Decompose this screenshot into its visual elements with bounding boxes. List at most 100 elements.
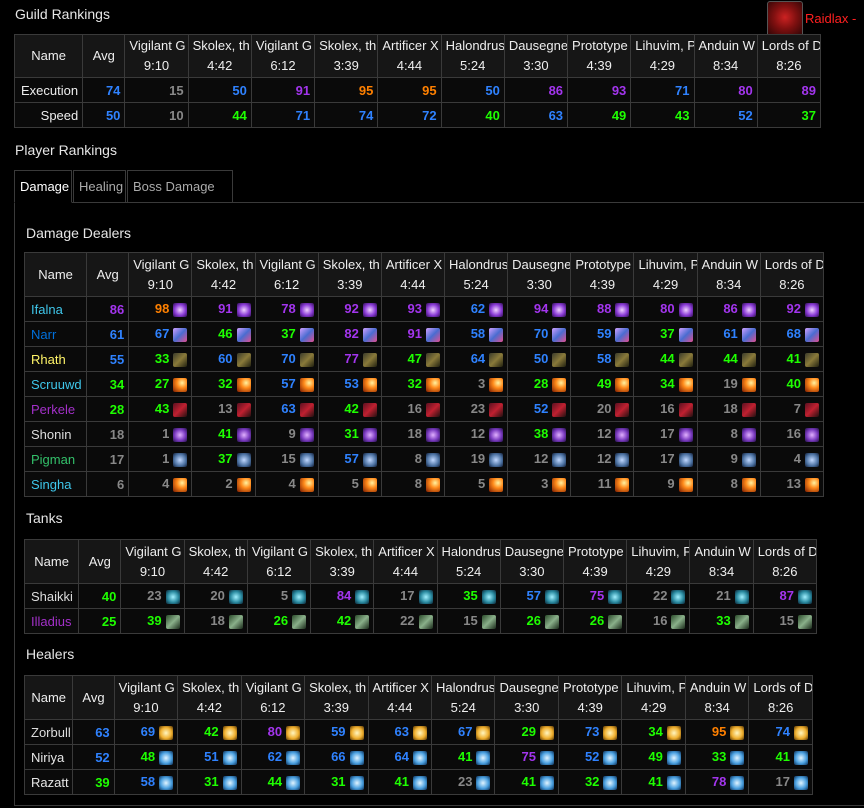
rank-cell[interactable]: 44 [187, 102, 252, 128]
rank-cell[interactable]: 12 [570, 421, 635, 447]
rank-cell[interactable]: 15 [254, 446, 319, 472]
rank-cell[interactable]: 52 [693, 102, 758, 128]
col-name[interactable]: Name [23, 252, 88, 297]
col-boss[interactable]: Prototype 4:39 [567, 34, 632, 78]
rank-cell[interactable]: 75 [562, 583, 628, 609]
guild-name-link[interactable]: Raidlax - [805, 11, 856, 26]
rank-cell[interactable]: 92 [317, 296, 382, 322]
rank-cell[interactable]: 95 [377, 77, 442, 103]
player-name[interactable]: Shonin [23, 421, 88, 447]
col-boss[interactable]: Vigilant G 6:12 [250, 34, 316, 78]
player-name[interactable]: Niriya [23, 744, 74, 770]
rank-cell[interactable]: 9 [633, 471, 698, 497]
rank-cell[interactable]: 18 [696, 396, 761, 422]
col-boss[interactable]: Dausegne 3:30 [507, 252, 572, 297]
rank-cell[interactable]: 63 [367, 719, 433, 745]
rank-cell[interactable]: 20 [570, 396, 635, 422]
col-avg[interactable]: Avg [86, 252, 130, 297]
rank-cell[interactable]: 78 [684, 769, 750, 795]
rank-cell[interactable]: 26 [246, 608, 312, 634]
rank-cell[interactable]: 58 [113, 769, 179, 795]
rank-cell[interactable]: 13 [191, 396, 256, 422]
rank-cell[interactable]: 84 [310, 583, 375, 609]
rank-cell[interactable]: 37 [633, 321, 698, 347]
rank-cell[interactable]: 59 [304, 719, 369, 745]
rank-cell[interactable]: 8 [696, 421, 761, 447]
rank-cell[interactable]: 9 [696, 446, 761, 472]
rank-cell[interactable]: 31 [304, 769, 369, 795]
rank-cell[interactable]: 17 [373, 583, 438, 609]
col-boss[interactable]: Dausegne 3:30 [499, 539, 565, 584]
rank-cell[interactable]: 49 [621, 744, 686, 770]
rank-cell[interactable]: 3 [444, 371, 509, 397]
rank-cell[interactable]: 61 [696, 321, 761, 347]
rank-cell[interactable]: 52 [507, 396, 572, 422]
col-boss[interactable]: Artificer X 4:44 [380, 252, 446, 297]
rank-cell[interactable]: 72 [377, 102, 442, 128]
rank-cell[interactable]: 10 [124, 102, 189, 128]
col-avg[interactable]: Avg [82, 34, 126, 78]
rank-cell[interactable]: 75 [494, 744, 559, 770]
rank-cell[interactable]: 9 [254, 421, 319, 447]
rank-cell[interactable]: 33 [684, 744, 750, 770]
rank-cell[interactable]: 4 [759, 446, 825, 472]
rank-cell[interactable]: 51 [177, 744, 242, 770]
rank-cell[interactable]: 74 [314, 102, 379, 128]
rank-cell[interactable]: 46 [191, 321, 256, 347]
rank-cell[interactable]: 43 [630, 102, 695, 128]
rank-cell[interactable]: 68 [759, 321, 825, 347]
rank-cell[interactable]: 93 [567, 77, 632, 103]
col-boss[interactable]: Halondrus 5:24 [444, 252, 509, 297]
rank-cell[interactable]: 23 [431, 769, 496, 795]
rank-cell[interactable]: 34 [621, 719, 686, 745]
col-boss[interactable]: Dausegne 3:30 [494, 675, 559, 720]
rank-cell[interactable]: 82 [317, 321, 382, 347]
rank-cell[interactable]: 49 [567, 102, 632, 128]
col-boss[interactable]: Skolex, th 3:39 [310, 539, 375, 584]
rank-cell[interactable]: 64 [367, 744, 433, 770]
rank-cell[interactable]: 4 [254, 471, 319, 497]
rank-cell[interactable]: 41 [431, 744, 496, 770]
rank-cell[interactable]: 44 [240, 769, 306, 795]
rank-cell[interactable]: 16 [380, 396, 446, 422]
rank-cell[interactable]: 50 [440, 77, 505, 103]
rank-cell[interactable]: 57 [254, 371, 319, 397]
rank-cell[interactable]: 40 [440, 102, 505, 128]
rank-cell[interactable]: 16 [759, 421, 825, 447]
col-boss[interactable]: Artificer X 4:44 [367, 675, 433, 720]
col-boss[interactable]: Prototype 4:39 [557, 675, 623, 720]
rank-cell[interactable]: 7 [759, 396, 825, 422]
rank-cell[interactable]: 92 [759, 296, 825, 322]
rank-cell[interactable]: 47 [380, 346, 446, 372]
rank-cell[interactable]: 8 [380, 446, 446, 472]
col-boss[interactable]: Anduin W 8:34 [696, 252, 761, 297]
rank-cell[interactable]: 5 [317, 471, 382, 497]
rank-cell[interactable]: 80 [240, 719, 306, 745]
player-name[interactable]: Shaikki [23, 583, 80, 609]
rank-cell[interactable]: 32 [380, 371, 446, 397]
col-boss[interactable]: Lords of D 8:26 [752, 539, 818, 584]
rank-cell[interactable]: 18 [183, 608, 248, 634]
rank-cell[interactable]: 18 [380, 421, 446, 447]
rank-cell[interactable]: 17 [633, 446, 698, 472]
col-boss[interactable]: Vigilant G 9:10 [128, 252, 193, 297]
tab-boss-damage[interactable]: Boss Damage [127, 170, 233, 203]
rank-cell[interactable]: 59 [570, 321, 635, 347]
rank-cell[interactable]: 89 [756, 77, 822, 103]
rank-cell[interactable]: 80 [693, 77, 758, 103]
rank-cell[interactable]: 26 [562, 608, 628, 634]
col-boss[interactable]: Vigilant G 6:12 [254, 252, 319, 297]
rank-cell[interactable]: 74 [748, 719, 813, 745]
rank-cell[interactable]: 91 [191, 296, 256, 322]
rank-cell[interactable]: 63 [254, 396, 319, 422]
rank-cell[interactable]: 41 [367, 769, 433, 795]
col-boss[interactable]: Artificer X 4:44 [377, 34, 442, 78]
rank-cell[interactable]: 28 [507, 371, 572, 397]
player-name[interactable]: Zorbull [23, 719, 74, 745]
col-name[interactable]: Name [23, 675, 74, 720]
rank-cell[interactable]: 17 [748, 769, 813, 795]
rank-cell[interactable]: 41 [759, 346, 825, 372]
rank-cell[interactable]: 77 [317, 346, 382, 372]
rank-cell[interactable]: 37 [254, 321, 319, 347]
rank-cell[interactable]: 93 [380, 296, 446, 322]
